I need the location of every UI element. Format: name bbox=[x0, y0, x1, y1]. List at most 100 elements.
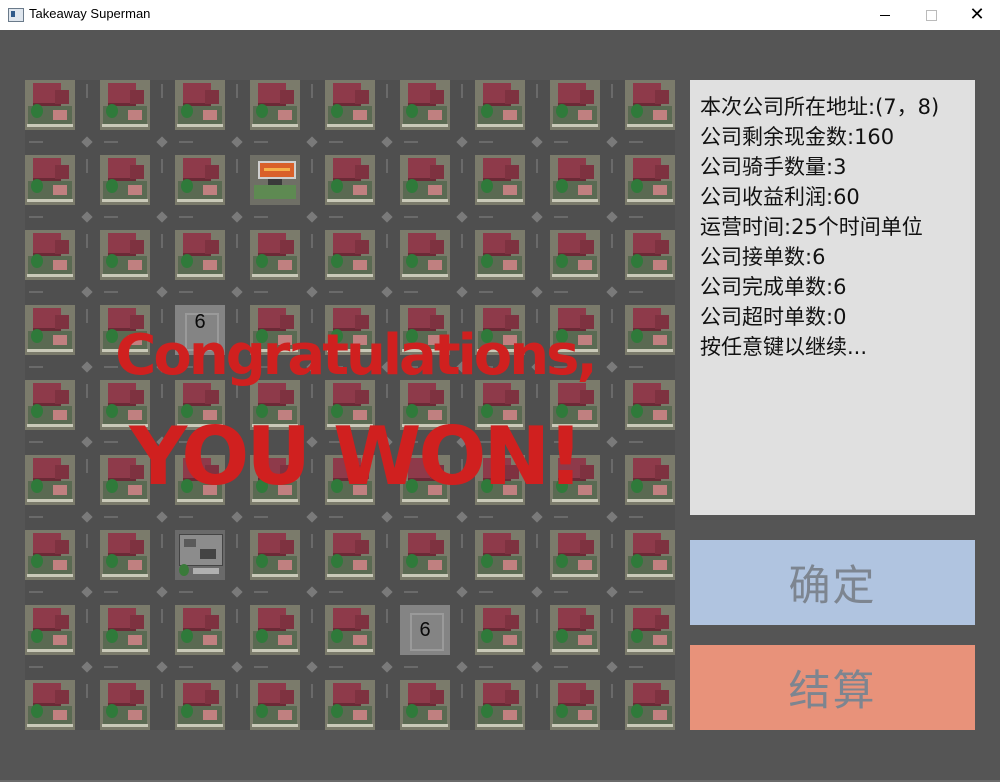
house-tile[interactable] bbox=[400, 530, 450, 580]
roof bbox=[55, 165, 69, 179]
road-dash bbox=[629, 216, 643, 218]
order-tile[interactable]: 6 bbox=[400, 605, 450, 655]
fence bbox=[402, 124, 448, 127]
house-tile[interactable] bbox=[175, 230, 225, 280]
house-tile[interactable] bbox=[475, 530, 525, 580]
close-button[interactable]: ✕ bbox=[954, 0, 1000, 30]
house-tile[interactable] bbox=[475, 80, 525, 130]
house-tile[interactable] bbox=[25, 380, 75, 430]
road-dash bbox=[611, 609, 613, 623]
house-tile[interactable] bbox=[25, 230, 75, 280]
house-tile[interactable] bbox=[325, 80, 375, 130]
house-tile[interactable] bbox=[475, 680, 525, 730]
house-tile[interactable] bbox=[325, 530, 375, 580]
house-tile[interactable] bbox=[25, 155, 75, 205]
fence bbox=[627, 499, 673, 502]
road-dash bbox=[629, 141, 643, 143]
house-tile[interactable] bbox=[625, 80, 675, 130]
tree-icon bbox=[106, 704, 118, 718]
house-tile[interactable] bbox=[400, 80, 450, 130]
road-marker bbox=[381, 211, 393, 223]
house-tile[interactable] bbox=[250, 530, 300, 580]
tree-icon bbox=[31, 254, 43, 268]
maximize-button[interactable] bbox=[908, 0, 954, 30]
house-tile[interactable] bbox=[550, 680, 600, 730]
road-dash bbox=[86, 384, 88, 398]
house-tile[interactable] bbox=[475, 230, 525, 280]
flowerbed bbox=[428, 560, 442, 570]
house-tile[interactable] bbox=[550, 80, 600, 130]
house-tile[interactable] bbox=[625, 155, 675, 205]
house-tile[interactable] bbox=[625, 230, 675, 280]
house-tile[interactable] bbox=[25, 80, 75, 130]
restaurant-tile[interactable] bbox=[250, 155, 300, 205]
tree-icon bbox=[631, 479, 643, 493]
house-tile[interactable] bbox=[475, 605, 525, 655]
road-dash bbox=[479, 591, 493, 593]
house-tile[interactable] bbox=[325, 155, 375, 205]
house-tile[interactable] bbox=[100, 230, 150, 280]
roof bbox=[505, 690, 519, 704]
you-won-text: YOU WON! bbox=[129, 410, 584, 503]
house-tile[interactable] bbox=[25, 530, 75, 580]
house-tile[interactable] bbox=[475, 155, 525, 205]
house-tile[interactable] bbox=[400, 230, 450, 280]
road-dash bbox=[311, 84, 313, 98]
road-marker bbox=[81, 436, 93, 448]
road-marker bbox=[231, 136, 243, 148]
house-tile[interactable] bbox=[400, 155, 450, 205]
house-tile[interactable] bbox=[625, 380, 675, 430]
minimize-button[interactable] bbox=[862, 0, 908, 30]
confirm-button[interactable]: 确定 bbox=[690, 540, 975, 625]
road-dash bbox=[236, 84, 238, 98]
house-tile[interactable] bbox=[550, 230, 600, 280]
house-tile[interactable] bbox=[175, 680, 225, 730]
house-tile[interactable] bbox=[175, 155, 225, 205]
road-dash bbox=[311, 684, 313, 698]
tree-icon bbox=[631, 104, 643, 118]
fence bbox=[627, 199, 673, 202]
house-tile[interactable] bbox=[250, 80, 300, 130]
flowerbed bbox=[653, 185, 667, 195]
house-tile[interactable] bbox=[250, 605, 300, 655]
house-tile[interactable] bbox=[175, 80, 225, 130]
house-tile[interactable] bbox=[25, 605, 75, 655]
house-tile[interactable] bbox=[550, 155, 600, 205]
house-tile[interactable] bbox=[550, 530, 600, 580]
house-tile[interactable] bbox=[325, 680, 375, 730]
fence bbox=[552, 124, 598, 127]
flowerbed bbox=[203, 110, 217, 120]
house-tile[interactable] bbox=[625, 530, 675, 580]
house-tile[interactable] bbox=[100, 80, 150, 130]
house-tile[interactable] bbox=[175, 605, 225, 655]
house-tile[interactable] bbox=[250, 680, 300, 730]
company-office-tile[interactable] bbox=[175, 530, 225, 580]
house-tile[interactable] bbox=[25, 455, 75, 505]
house-tile[interactable] bbox=[100, 605, 150, 655]
tree-icon bbox=[31, 104, 43, 118]
house-tile[interactable] bbox=[100, 680, 150, 730]
tree-icon bbox=[556, 104, 568, 118]
tree-icon bbox=[631, 704, 643, 718]
house-tile[interactable] bbox=[100, 155, 150, 205]
house-tile[interactable] bbox=[25, 680, 75, 730]
house-tile[interactable] bbox=[100, 530, 150, 580]
house-tile[interactable] bbox=[550, 605, 600, 655]
road-marker bbox=[231, 511, 243, 523]
house-tile[interactable] bbox=[625, 605, 675, 655]
road-marker bbox=[531, 586, 543, 598]
house-tile[interactable] bbox=[400, 680, 450, 730]
house-tile[interactable] bbox=[325, 605, 375, 655]
house-tile[interactable] bbox=[25, 305, 75, 355]
house-tile[interactable] bbox=[625, 455, 675, 505]
tree-icon bbox=[31, 404, 43, 418]
road-dash bbox=[254, 666, 268, 668]
house-tile[interactable] bbox=[250, 230, 300, 280]
tree-icon bbox=[631, 554, 643, 568]
settle-button[interactable]: 结算 bbox=[690, 645, 975, 730]
house-tile[interactable] bbox=[325, 230, 375, 280]
city-map-board[interactable]: 66 bbox=[25, 80, 675, 730]
app-icon bbox=[8, 8, 24, 22]
house-tile[interactable] bbox=[625, 680, 675, 730]
house-tile[interactable] bbox=[625, 305, 675, 355]
